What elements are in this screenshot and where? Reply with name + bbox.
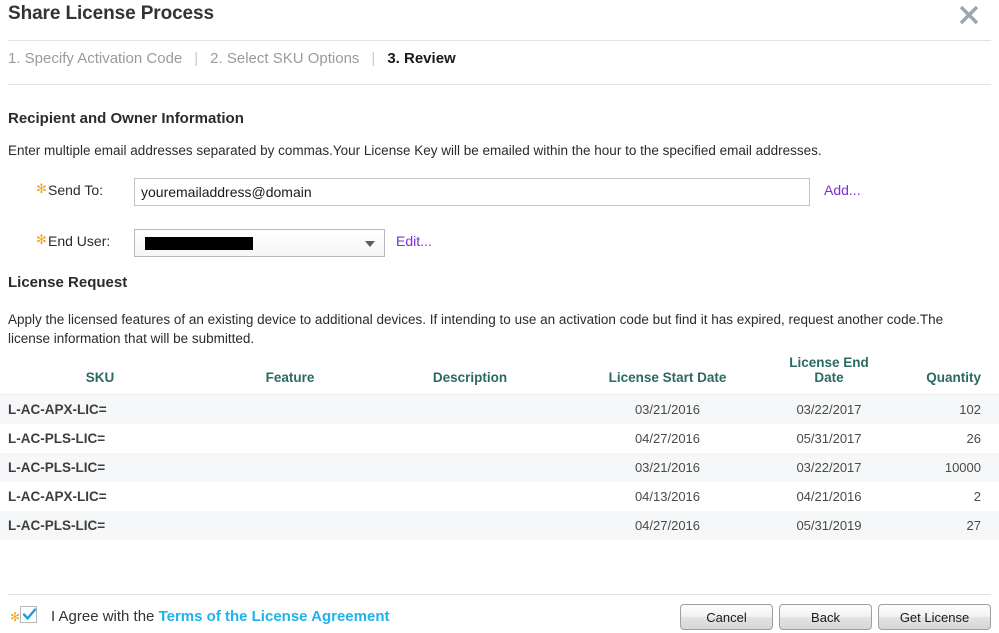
- cell-sku: L-AC-PLS-LIC=: [8, 431, 106, 446]
- divider-steps: [8, 84, 991, 85]
- license-request-description: Apply the licensed features of an existi…: [8, 312, 944, 347]
- cell-quantity: 10000: [944, 460, 981, 475]
- column-header-sku[interactable]: SKU: [0, 352, 200, 395]
- cell-description: [380, 395, 560, 425]
- cell-quantity: 2: [973, 489, 981, 504]
- end-user-label: End User:: [48, 233, 111, 249]
- cell-description: [380, 453, 560, 482]
- cell-quantity: 27: [966, 518, 981, 533]
- table-row[interactable]: L-AC-APX-LIC= 03/21/2016 03/22/2017 102: [0, 394, 999, 425]
- cell-end-date: 05/31/2017: [796, 431, 862, 446]
- send-to-label: Send To:: [48, 182, 104, 198]
- cancel-button[interactable]: Cancel: [680, 604, 773, 630]
- close-icon[interactable]: [956, 2, 982, 28]
- table-row[interactable]: L-AC-PLS-LIC= 04/27/2016 05/31/2017 26: [0, 424, 999, 453]
- cell-feature: [200, 453, 380, 482]
- cell-sku: L-AC-PLS-LIC=: [8, 460, 106, 475]
- share-license-dialog: Share License Process 1. Specify Activat…: [0, 0, 999, 633]
- cell-end-date: 05/31/2019: [796, 518, 862, 533]
- cell-description: [380, 511, 560, 540]
- table-row[interactable]: L-AC-PLS-LIC= 03/21/2016 03/22/2017 1000…: [0, 453, 999, 482]
- table-header-row: SKU Feature Description License Start Da…: [0, 352, 999, 395]
- cell-end-date: 03/22/2017: [796, 460, 862, 475]
- send-to-input[interactable]: [134, 178, 810, 206]
- cell-start-date: 03/21/2016: [634, 402, 701, 417]
- column-header-quantity[interactable]: Quantity: [883, 352, 999, 395]
- table-row[interactable]: L-AC-APX-LIC= 04/13/2016 04/21/2016 2: [0, 482, 999, 511]
- section-title-license-request: License Request: [8, 274, 128, 291]
- column-header-license-start-date[interactable]: License Start Date: [560, 352, 775, 395]
- cell-start-date: 03/21/2016: [634, 460, 701, 475]
- step-separator-2: |: [371, 50, 376, 67]
- column-header-feature[interactable]: Feature: [200, 352, 380, 395]
- edit-end-user-link[interactable]: Edit...: [396, 233, 432, 249]
- cell-feature: [200, 482, 380, 511]
- agree-terms-prefix: I Agree with the: [51, 608, 159, 625]
- divider-footer: [8, 594, 991, 595]
- cell-start-date: 04/27/2016: [634, 431, 701, 446]
- divider-top: [8, 40, 991, 41]
- end-user-redacted-value: [145, 237, 253, 250]
- cell-sku: L-AC-PLS-LIC=: [8, 518, 106, 533]
- dialog-title-bar: Share License Process: [0, 0, 999, 40]
- step-separator-1: |: [194, 50, 199, 67]
- recipient-description: Enter multiple email addresses separated…: [8, 143, 822, 158]
- page-title: Share License Process: [8, 3, 214, 24]
- cell-quantity: 102: [959, 402, 981, 417]
- column-header-description[interactable]: Description: [380, 352, 560, 395]
- required-star-icon: ✻: [36, 232, 47, 247]
- section-title-recipient: Recipient and Owner Information: [8, 110, 244, 127]
- cell-feature: [200, 395, 380, 425]
- chevron-down-icon[interactable]: [365, 241, 375, 247]
- cell-end-date: 03/22/2017: [796, 402, 862, 417]
- terms-of-license-agreement-link[interactable]: Terms of the License Agreement: [159, 608, 390, 625]
- cell-description: [380, 424, 560, 453]
- cell-sku: L-AC-APX-LIC=: [8, 402, 107, 417]
- column-header-license-end-date[interactable]: License End Date: [775, 352, 883, 395]
- cell-start-date: 04/27/2016: [634, 518, 701, 533]
- cell-feature: [200, 511, 380, 540]
- step-1-specify-activation-code[interactable]: 1. Specify Activation Code: [8, 50, 182, 67]
- cell-quantity: 26: [966, 431, 981, 446]
- license-request-table: SKU Feature Description License Start Da…: [0, 352, 999, 540]
- required-star-icon: ✻: [36, 181, 47, 196]
- cell-start-date: 04/13/2016: [634, 489, 701, 504]
- back-button[interactable]: Back: [779, 604, 872, 630]
- cell-sku: L-AC-APX-LIC=: [8, 489, 107, 504]
- table-row[interactable]: L-AC-PLS-LIC= 04/27/2016 05/31/2019 27: [0, 511, 999, 540]
- required-star-icon: ✻: [10, 610, 21, 624]
- step-2-select-sku-options[interactable]: 2. Select SKU Options: [210, 50, 359, 67]
- get-license-button[interactable]: Get License: [878, 604, 991, 630]
- cell-end-date: 04/21/2016: [796, 489, 862, 504]
- agree-terms-checkbox[interactable]: [20, 606, 37, 623]
- checkmark-icon: [22, 608, 37, 620]
- end-user-select[interactable]: [134, 229, 385, 257]
- license-request-table-body: L-AC-APX-LIC= 03/21/2016 03/22/2017 102 …: [0, 394, 999, 540]
- step-3-review[interactable]: 3. Review: [387, 50, 455, 67]
- cell-feature: [200, 424, 380, 453]
- wizard-steps: 1. Specify Activation Code | 2. Select SKU…: [8, 50, 456, 67]
- agree-terms-label: I Agree with the Terms of the License Ag…: [51, 608, 389, 625]
- cell-description: [380, 482, 560, 511]
- add-recipient-link[interactable]: Add...: [824, 182, 861, 198]
